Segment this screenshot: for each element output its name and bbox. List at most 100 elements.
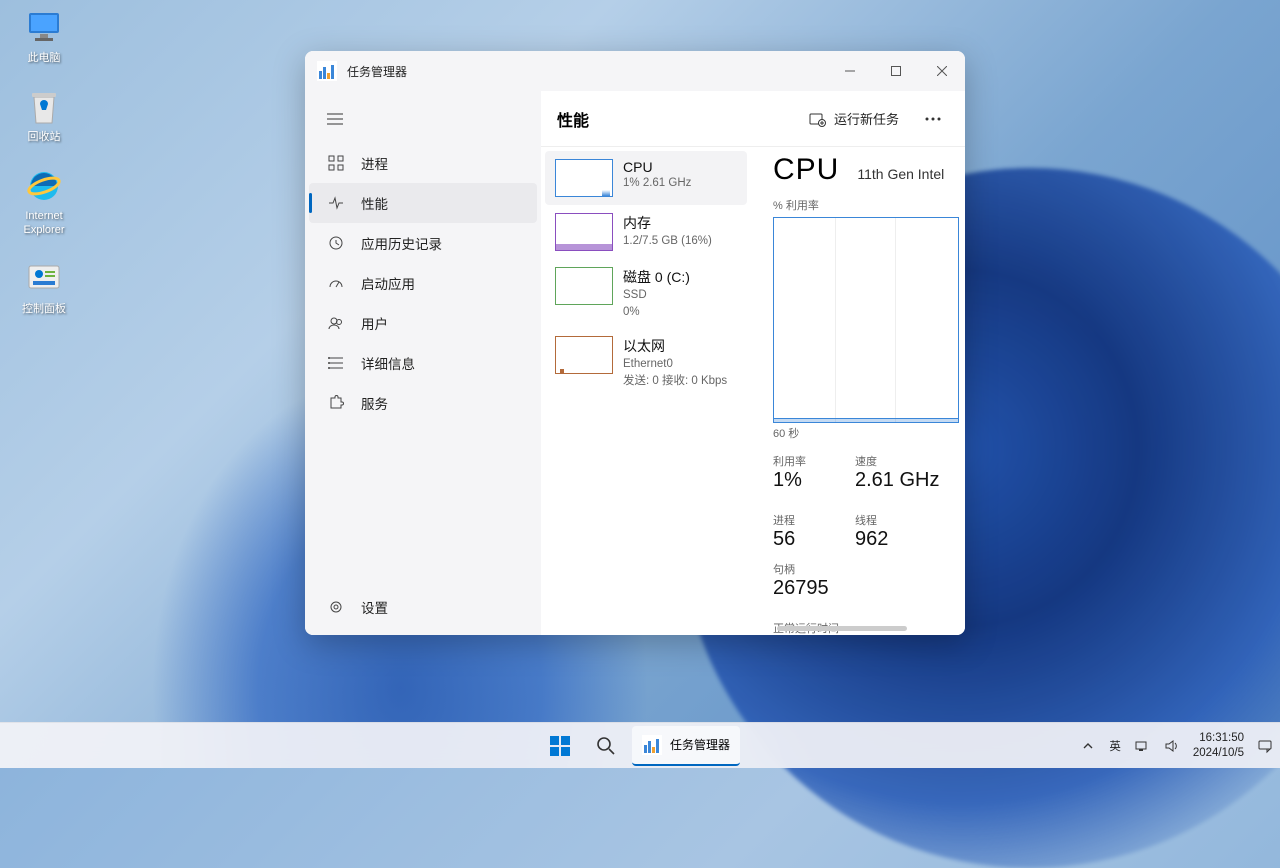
nav-details[interactable]: 详细信息	[309, 343, 537, 383]
monitor-icon	[24, 8, 64, 48]
ime-indicator[interactable]: 英	[1109, 738, 1121, 754]
content-area: 性能 运行新任务 CPU 1% 2.61 GHz	[541, 91, 965, 635]
nav-services[interactable]: 服务	[309, 383, 537, 423]
minimize-button[interactable]	[827, 51, 873, 91]
axis-bottom-label: 60 秒	[773, 425, 959, 441]
stat-value: 2.61 GHz	[855, 469, 939, 492]
notifications-button[interactable]	[1256, 737, 1274, 755]
run-new-task-button[interactable]: 运行新任务	[798, 103, 909, 134]
ie-icon	[24, 166, 64, 206]
grid-icon	[327, 154, 345, 172]
icon-label: 回收站	[28, 131, 61, 144]
content-header: 性能 运行新任务	[541, 91, 965, 147]
start-button[interactable]	[540, 726, 580, 766]
stat-label: 句柄	[773, 561, 829, 577]
horizontal-scrollbar[interactable]	[777, 626, 907, 631]
cpu-chart	[773, 217, 959, 423]
stat-speed: 速度 2.61 GHz	[855, 453, 939, 492]
network-icon[interactable]	[1133, 737, 1151, 755]
volume-icon[interactable]	[1163, 737, 1181, 755]
nav-startup[interactable]: 启动应用	[309, 263, 537, 303]
hamburger-button[interactable]	[315, 101, 355, 137]
stat-label: 利用率	[773, 453, 825, 469]
window-title: 任务管理器	[347, 63, 827, 80]
icon-label: 控制面板	[22, 303, 66, 316]
sidebar: 进程 性能 应用历史记录 启动应用 用户 详细信息	[305, 91, 541, 635]
nav-performance[interactable]: 性能	[309, 183, 537, 223]
titlebar[interactable]: 任务管理器	[305, 51, 965, 91]
desktop-icon-control-panel[interactable]: 控制面板	[8, 259, 80, 316]
nav-settings[interactable]: 设置	[309, 587, 537, 627]
taskbar-center: 任务管理器	[540, 726, 740, 766]
windows-icon	[549, 735, 571, 757]
hamburger-icon	[327, 113, 343, 125]
nav-label: 详细信息	[361, 353, 415, 373]
nav-label: 启动应用	[361, 273, 415, 293]
history-icon	[327, 234, 345, 252]
stat-handles: 句柄 26795	[773, 561, 829, 600]
search-button[interactable]	[586, 726, 626, 766]
nav-label: 设置	[361, 597, 388, 617]
nav-label: 用户	[361, 313, 388, 333]
search-icon	[595, 735, 617, 757]
stat-value: 26795	[773, 577, 829, 600]
perf-sub: Ethernet0	[623, 356, 727, 373]
desktop-icons: 此电脑 回收站 Internet Explorer 控制面板	[8, 8, 80, 316]
app-icon	[642, 735, 662, 755]
perf-sub: SSD	[623, 287, 690, 304]
maximize-button[interactable]	[873, 51, 919, 91]
gear-icon	[327, 598, 345, 616]
more-button[interactable]	[917, 103, 949, 135]
perf-sub: 1% 2.61 GHz	[623, 175, 691, 192]
taskbar-task-manager[interactable]: 任务管理器	[632, 726, 740, 766]
nav-app-history[interactable]: 应用历史记录	[309, 223, 537, 263]
perf-sub2: 0%	[623, 304, 690, 321]
puzzle-icon	[327, 394, 345, 412]
page-title: 性能	[557, 107, 798, 131]
date: 2024/10/5	[1193, 746, 1244, 760]
desktop-icon-recycle-bin[interactable]: 回收站	[8, 87, 80, 144]
clock[interactable]: 16:31:50 2024/10/5	[1193, 731, 1244, 760]
stat-label: 线程	[855, 512, 907, 528]
perf-card-ethernet[interactable]: 以太网 Ethernet0 发送: 0 接收: 0 Kbps	[545, 328, 747, 397]
perf-card-cpu[interactable]: CPU 1% 2.61 GHz	[545, 151, 747, 205]
control-panel-icon	[24, 259, 64, 299]
cpu-thumb	[555, 159, 613, 197]
net-thumb	[555, 336, 613, 374]
perf-card-memory[interactable]: 内存 1.2/7.5 GB (16%)	[545, 205, 747, 259]
close-button[interactable]	[919, 51, 965, 91]
taskbar: 任务管理器 英 16:31:50 2024/10/5	[0, 722, 1280, 768]
nav-label: 进程	[361, 153, 388, 173]
perf-list: CPU 1% 2.61 GHz 内存 1.2/7.5 GB (16%)	[541, 147, 751, 635]
detail-title: CPU	[773, 153, 839, 187]
stat-processes: 进程 56	[773, 512, 825, 551]
stat-value: 56	[773, 528, 825, 551]
time: 16:31:50	[1193, 731, 1244, 745]
task-manager-window: 任务管理器 进程 性能 应用历史记录	[305, 51, 965, 635]
stat-label: 进程	[773, 512, 825, 528]
desktop-icon-this-pc[interactable]: 此电脑	[8, 8, 80, 65]
nav-processes[interactable]: 进程	[309, 143, 537, 183]
tray-overflow-button[interactable]	[1079, 737, 1097, 755]
icon-label: Internet Explorer	[24, 210, 65, 236]
task-label: 任务管理器	[670, 736, 730, 753]
nav-users[interactable]: 用户	[309, 303, 537, 343]
stats-grid: 利用率 1% 速度 2.61 GHz 进程 56	[773, 453, 959, 635]
axis-top-label: % 利用率	[773, 197, 959, 213]
perf-card-disk[interactable]: 磁盘 0 (C:) SSD 0%	[545, 259, 747, 328]
more-icon	[925, 117, 941, 121]
stat-threads: 线程 962	[855, 512, 907, 551]
stat-value: 962	[855, 528, 907, 551]
run-task-label: 运行新任务	[834, 109, 899, 128]
perf-title: 以太网	[623, 336, 727, 356]
perf-title: 内存	[623, 213, 712, 233]
nav-label: 应用历史记录	[361, 233, 442, 253]
detail-pane: CPU 11th Gen Intel % 利用率 60 秒 利用率 1%	[751, 147, 965, 635]
perf-title: 磁盘 0 (C:)	[623, 267, 690, 287]
desktop-icon-internet-explorer[interactable]: Internet Explorer	[8, 166, 80, 236]
perf-title: CPU	[623, 159, 691, 175]
system-tray: 英 16:31:50 2024/10/5	[1079, 731, 1274, 760]
nav-label: 性能	[361, 193, 388, 213]
perf-sub: 1.2/7.5 GB (16%)	[623, 233, 712, 250]
mem-thumb	[555, 213, 613, 251]
